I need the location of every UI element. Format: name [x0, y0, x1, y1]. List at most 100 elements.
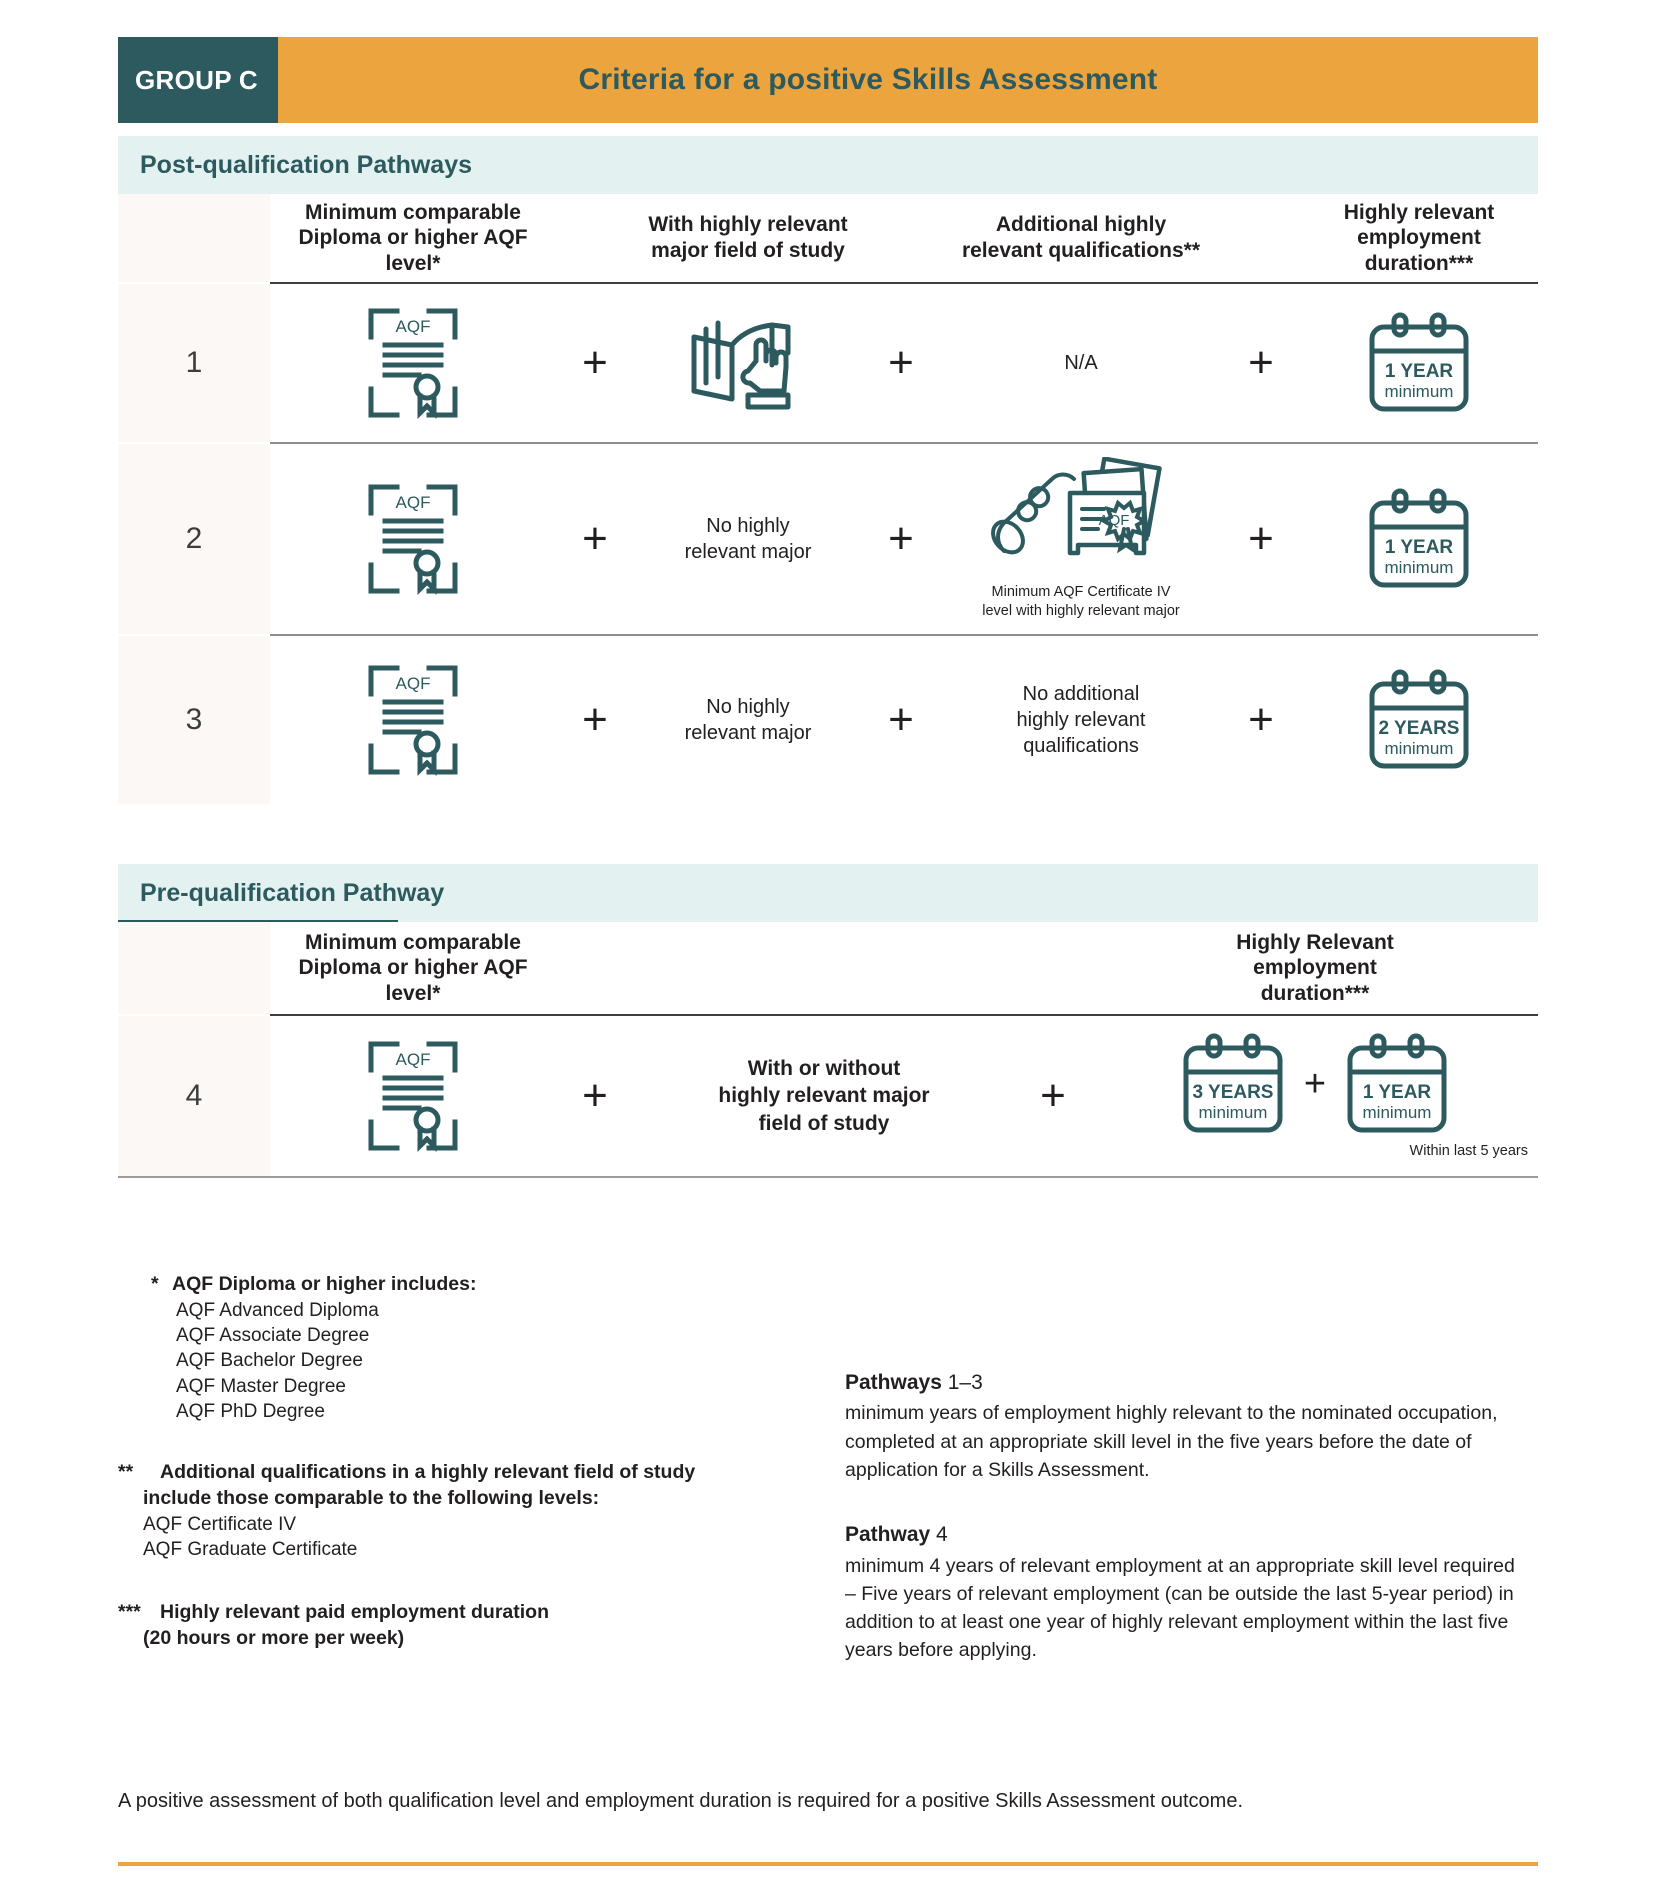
- calendar-value: 3 YEARS: [1193, 1082, 1274, 1103]
- column-header-line: Highly Relevant: [1236, 930, 1394, 954]
- open-book-hand-icon: [686, 311, 810, 415]
- cell-text-line: No additional: [1022, 683, 1140, 705]
- cell-text-line: highly relevant major: [718, 1084, 930, 1108]
- row-number: 3: [118, 636, 270, 804]
- footnote-item: AQF Bachelor Degree: [176, 1350, 363, 1372]
- aqf-certificate-icon: AQF: [361, 477, 465, 601]
- aqf-certificate-icon: AQF: [361, 658, 465, 782]
- section-banner-pre-qualification: Pre-qualification Pathway: [118, 864, 1538, 922]
- plus-separator: +: [1248, 514, 1274, 563]
- table-row: 4 AQF + With or without highly relevant …: [118, 1016, 1538, 1176]
- footer-divider: [118, 1862, 1538, 1866]
- footnote-marker: *: [151, 1273, 159, 1295]
- column-header-duration: Highly relevant employment duration***: [1300, 194, 1538, 282]
- document-page: GROUP C Criteria for a positive Skills A…: [0, 0, 1654, 1903]
- cell-duration: 2 YEARS minimum: [1300, 636, 1538, 804]
- header-spacer: [556, 194, 634, 282]
- plus-separator: +: [582, 695, 608, 744]
- plus-separator: +: [888, 338, 914, 387]
- row-number: 4: [118, 1016, 270, 1176]
- cell-qualification: AQF: [270, 284, 556, 442]
- plus-separator: +: [888, 514, 914, 563]
- plus-separator: +: [888, 695, 914, 744]
- footnote-item: AQF Certificate IV: [143, 1513, 297, 1535]
- calendar-unit: minimum: [1385, 558, 1454, 577]
- cell-text-line: No highly: [706, 696, 790, 718]
- svg-text:AQF: AQF: [1099, 512, 1130, 529]
- column-header-blank: [634, 922, 1014, 1014]
- pathway-note-range: 4: [930, 1523, 948, 1547]
- footnote-triple-star: *** Highly relevant paid employment dura…: [118, 1600, 818, 1651]
- calendar-value: 1 YEAR: [1385, 361, 1454, 382]
- svg-text:AQF: AQF: [396, 674, 431, 693]
- plus-separator: +: [582, 338, 608, 387]
- cell-qualification: AQF: [270, 1016, 556, 1176]
- section-banner-pre-label: Pre-qualification Pathway: [140, 878, 445, 907]
- group-badge: GROUP C: [118, 37, 278, 123]
- plus-separator: +: [582, 514, 608, 563]
- cell-major-field: No highly relevant major: [634, 636, 862, 804]
- table-header-row: Minimum comparable Diploma or higher AQF…: [118, 194, 1538, 282]
- pathway-note-title: Pathways: [845, 1371, 942, 1394]
- cell-additional-quals: N/A: [940, 284, 1222, 442]
- pathway-note: Pathways 1–3 minimum years of employment…: [845, 1368, 1525, 1484]
- header-spacer: [1014, 922, 1092, 1014]
- column-header-line: major field of study: [651, 239, 845, 262]
- row-number: 1: [118, 284, 270, 442]
- calendar-value: 1 YEAR: [1385, 537, 1454, 558]
- group-badge-label: GROUP C: [135, 64, 258, 95]
- calendar-unit: minimum: [1199, 1103, 1268, 1122]
- column-header-line: employment: [1357, 226, 1481, 250]
- calendar-icon: 1 YEAR minimum: [1360, 487, 1478, 591]
- footnote-item: AQF PhD Degree: [176, 1400, 325, 1422]
- pathway-note-range: 1–3: [941, 1371, 983, 1394]
- column-header-line: relevant qualifications**: [961, 239, 1201, 262]
- header-number-cell: [118, 922, 270, 1014]
- footnote-marker: ***: [118, 1601, 141, 1624]
- calendar-unit: minimum: [1385, 382, 1454, 401]
- cell-duration-group: 3 YEARS minimum + 1 YEAR minimum Within …: [1092, 1016, 1538, 1176]
- cell-text-line: relevant major: [684, 541, 812, 563]
- closing-statement: A positive assessment of both qualificat…: [118, 1790, 1244, 1812]
- column-header-line: Additional highly: [995, 213, 1167, 237]
- footnote-item: AQF Master Degree: [176, 1375, 346, 1397]
- calendar-value: 2 YEARS: [1379, 718, 1460, 739]
- calendar-icon: 1 YEAR minimum: [1338, 1032, 1456, 1136]
- table-row: 1 AQF + + N/A + 1 YEAR minimum: [118, 284, 1538, 442]
- svg-text:AQF: AQF: [396, 1050, 431, 1069]
- aqf-certificate-icon: AQF: [361, 1034, 465, 1158]
- column-header-line: Diploma or higher AQF: [298, 956, 528, 980]
- column-header-additional-quals: Additional highly relevant qualification…: [940, 194, 1222, 282]
- column-header-line: level*: [385, 251, 441, 275]
- cell-additional-quals: No additional highly relevant qualificat…: [940, 636, 1222, 804]
- pathway-notes: Pathways 1–3 minimum years of employment…: [845, 1368, 1525, 1665]
- footnote-lead-rest: or higher includes:: [295, 1273, 477, 1295]
- header-spacer: [556, 922, 634, 1014]
- cell-major-field: [634, 284, 862, 442]
- table-header-row: Minimum comparable Diploma or higher AQF…: [118, 922, 1538, 1014]
- footnote-lead-line: include those comparable to the followin…: [143, 1486, 600, 1509]
- cell-major-field: With or without highly relevant major fi…: [634, 1016, 1014, 1176]
- cell-text-line: No highly: [706, 515, 790, 537]
- cell-text-line: relevant major: [684, 722, 812, 744]
- header-title-bar: Criteria for a positive Skills Assessmen…: [278, 37, 1538, 123]
- column-header-line: employment: [1253, 956, 1377, 980]
- footnote-single-star: * AQF Diploma or higher includes: AQF Ad…: [118, 1272, 818, 1424]
- pre-qualification-table: Minimum comparable Diploma or higher AQF…: [118, 922, 1538, 1178]
- row-divider: [118, 1176, 1538, 1178]
- plus-separator: +: [1248, 695, 1274, 744]
- cell-text-line: field of study: [758, 1111, 890, 1135]
- column-header-qualification: Minimum comparable Diploma or higher AQF…: [270, 922, 556, 1014]
- duration-note: Within last 5 years: [1409, 1143, 1528, 1159]
- footnote-lead-line: (20 hours or more per week): [143, 1626, 405, 1649]
- pathway-note: Pathway 4 minimum 4 years of relevant em…: [845, 1520, 1525, 1664]
- footnote-lead-line: Additional qualifications in a highly re…: [160, 1461, 696, 1484]
- cell-duration: 1 YEAR minimum: [1300, 284, 1538, 442]
- column-header-line: With highly relevant: [648, 213, 848, 237]
- section-banner-post-qualification: Post-qualification Pathways: [118, 136, 1538, 194]
- cell-text-line: With or without: [747, 1057, 901, 1081]
- plus-separator: +: [582, 1071, 608, 1120]
- cell-qualification: AQF: [270, 636, 556, 804]
- footnote-item: AQF Advanced Diploma: [176, 1299, 379, 1321]
- cell-qualification: AQF: [270, 444, 556, 634]
